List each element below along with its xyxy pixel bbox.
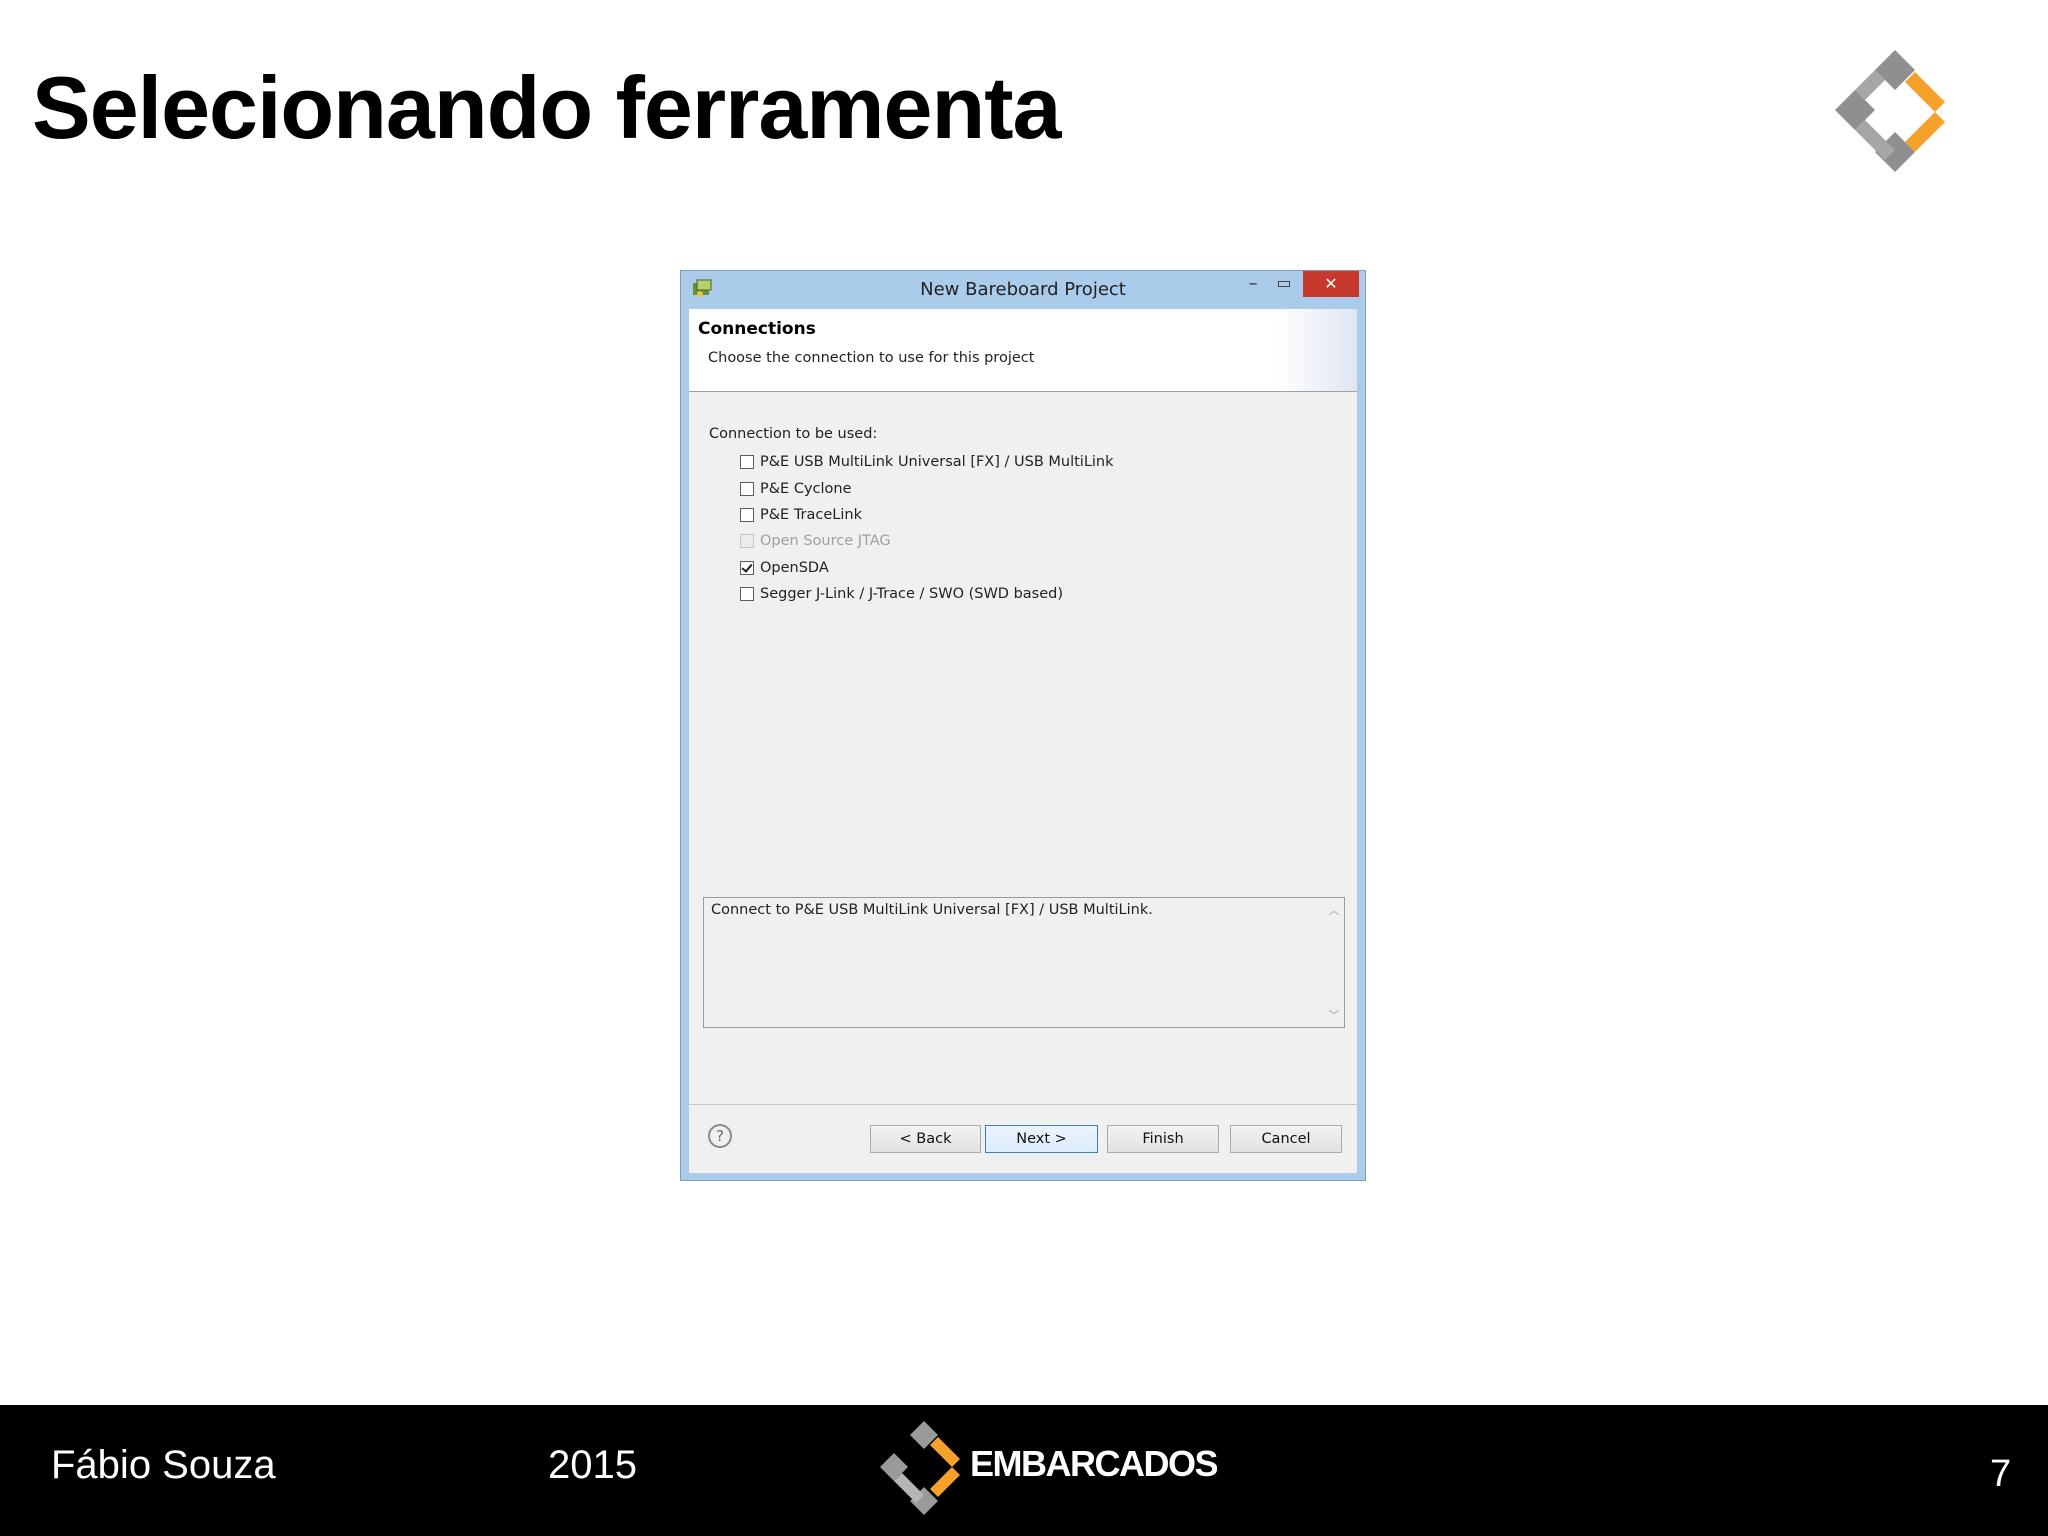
option-label: P&E Cyclone bbox=[760, 480, 852, 497]
author-name: Fábio Souza bbox=[51, 1443, 276, 1487]
option-pe-usb-multilink[interactable]: P&E USB MultiLink Universal [FX] / USB M… bbox=[740, 449, 1114, 475]
option-label: Segger J-Link / J-Trace / SWO (SWD based… bbox=[760, 586, 1064, 603]
option-segger-jlink[interactable]: Segger J-Link / J-Trace / SWO (SWD based… bbox=[740, 581, 1114, 607]
scroll-down-icon[interactable]: ﹀ bbox=[1328, 1007, 1340, 1023]
brand-name: EMBARCADOS bbox=[970, 1443, 1219, 1484]
wizard-header: Connections Choose the connection to use… bbox=[689, 309, 1357, 392]
button-bar-separator bbox=[689, 1104, 1357, 1105]
option-pe-tracelink[interactable]: P&E TraceLink bbox=[740, 502, 1114, 528]
checkbox[interactable] bbox=[740, 481, 754, 496]
option-label: P&E TraceLink bbox=[760, 506, 862, 523]
option-open-source-jtag: Open Source JTAG bbox=[740, 528, 1114, 554]
option-opensda[interactable]: OpenSDA bbox=[740, 555, 1114, 581]
finish-button[interactable]: Finish bbox=[1107, 1125, 1219, 1153]
option-label: P&E USB MultiLink Universal [FX] / USB M… bbox=[760, 454, 1114, 471]
checkbox bbox=[740, 534, 754, 549]
scroll-up-icon[interactable]: ︿ bbox=[1328, 902, 1340, 918]
back-button[interactable]: < Back bbox=[870, 1125, 981, 1153]
checkbox[interactable] bbox=[740, 507, 754, 522]
dialog-titlebar[interactable]: New Bareboard Project – ▭ ✕ bbox=[681, 271, 1365, 309]
checkbox-checked[interactable] bbox=[740, 560, 754, 575]
new-bareboard-project-dialog: New Bareboard Project – ▭ ✕ Connections … bbox=[680, 270, 1366, 1181]
connection-label: Connection to be used: bbox=[709, 426, 878, 442]
option-pe-cyclone[interactable]: P&E Cyclone bbox=[740, 475, 1114, 501]
wizard-page-description: Choose the connection to use for this pr… bbox=[708, 350, 1035, 366]
embarcados-logo-icon bbox=[1835, 50, 1945, 172]
dialog-client-area: Connections Choose the connection to use… bbox=[689, 309, 1357, 1173]
next-button[interactable]: Next > bbox=[985, 1125, 1098, 1153]
wizard-page-title: Connections bbox=[698, 319, 816, 339]
cancel-button[interactable]: Cancel bbox=[1230, 1125, 1342, 1153]
year: 2015 bbox=[548, 1443, 637, 1487]
connection-options: P&E USB MultiLink Universal [FX] / USB M… bbox=[740, 449, 1114, 607]
embarcados-logo-icon bbox=[880, 1421, 960, 1515]
checkbox[interactable] bbox=[740, 455, 754, 470]
close-icon[interactable]: ✕ bbox=[1303, 271, 1359, 297]
checkbox[interactable] bbox=[740, 587, 754, 602]
option-label: Open Source JTAG bbox=[760, 533, 891, 550]
page-number: 7 bbox=[1990, 1453, 2012, 1495]
description-text: Connect to P&E USB MultiLink Universal [… bbox=[711, 902, 1153, 918]
option-label: OpenSDA bbox=[760, 559, 829, 576]
help-icon[interactable]: ? bbox=[708, 1124, 732, 1148]
description-textarea[interactable]: Connect to P&E USB MultiLink Universal [… bbox=[703, 897, 1345, 1028]
maximize-icon[interactable]: ▭ bbox=[1269, 273, 1299, 299]
minimize-icon[interactable]: – bbox=[1238, 273, 1268, 299]
slide-title: Selecionando ferramenta bbox=[32, 58, 1061, 157]
slide-footer: Fábio Souza 2015 EMBARCADOS 7 bbox=[0, 1405, 2048, 1536]
